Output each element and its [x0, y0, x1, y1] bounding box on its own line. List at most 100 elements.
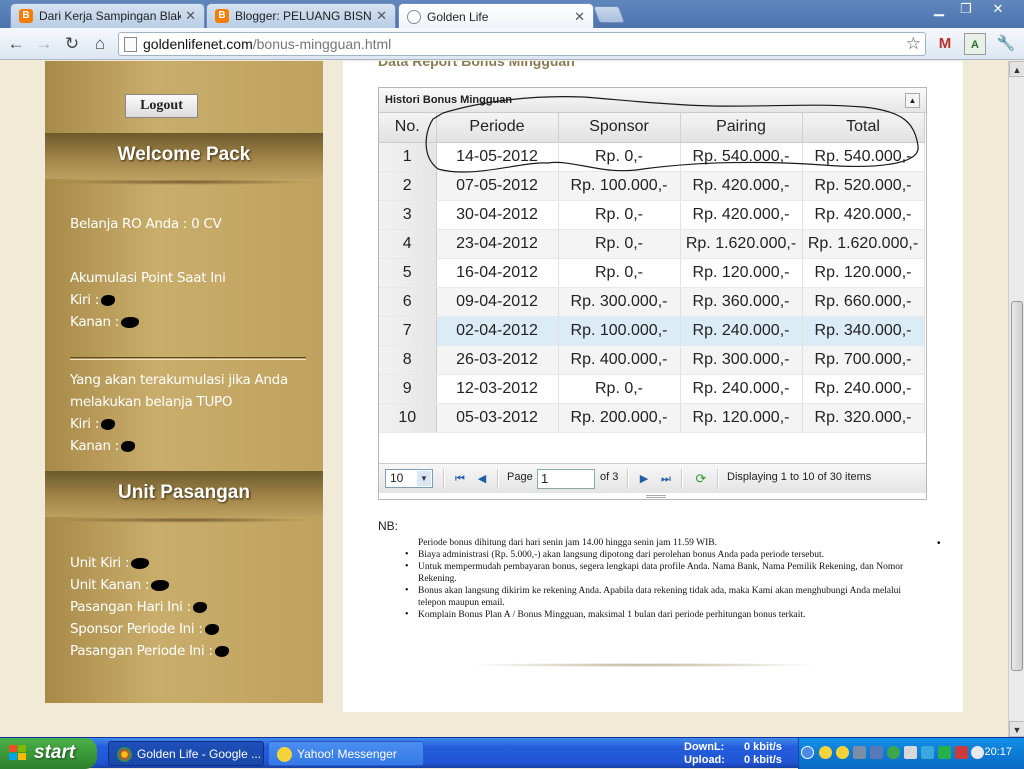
column-header-periode[interactable]: Periode	[436, 113, 559, 143]
sponsor-periode-row: Sponsor Periode Ini :	[70, 618, 229, 640]
unit-label: Unit Kiri :	[70, 555, 130, 571]
column-header-total[interactable]: Total	[802, 113, 925, 143]
gmail-icon[interactable]: M	[934, 33, 956, 55]
cell-total: Rp. 320.000,-	[802, 403, 925, 433]
cell-sponsor: Rp. 0,-	[558, 229, 681, 259]
scroll-thumb[interactable]	[1011, 301, 1023, 671]
page-size-select[interactable]: 10 ▼	[385, 469, 433, 488]
redacted-mark	[131, 557, 150, 569]
translate-icon[interactable]: A	[964, 33, 986, 55]
cell-sponsor: Rp. 0,-	[558, 258, 681, 288]
refresh-icon[interactable]: ⟳	[694, 472, 708, 486]
address-bar[interactable]: goldenlifenet.com/bonus-mingguan.html ☆	[118, 32, 926, 56]
display-icon[interactable]	[870, 746, 883, 759]
notes-list: Periode bonus dihitung dari hari senin j…	[405, 537, 905, 621]
table-row[interactable]: 10 05-03-2012 Rp. 200.000,- Rp. 120.000,- Rp…	[379, 403, 925, 433]
page-icon	[124, 37, 137, 52]
page-label: Page	[507, 471, 533, 483]
column-header-no[interactable]: No.	[379, 113, 437, 143]
shield-icon[interactable]	[887, 746, 900, 759]
close-icon[interactable]: ✕	[574, 9, 585, 25]
back-icon[interactable]: ←	[6, 34, 26, 54]
table-row[interactable]: 3 30-04-2012 Rp. 0,- Rp. 420.000,- Rp. 420.0…	[379, 200, 925, 230]
security-alert-icon[interactable]	[955, 746, 968, 759]
monitor-icon[interactable]	[853, 746, 866, 759]
task-golden-life[interactable]: Golden Life - Google ...	[108, 741, 264, 766]
smiley-icon[interactable]	[819, 746, 832, 759]
start-button[interactable]: start	[0, 738, 97, 769]
kiri-row: Kiri :	[70, 413, 288, 435]
tray-expand-icon[interactable]	[801, 746, 814, 759]
minimize-icon[interactable]: ▁	[928, 2, 950, 18]
unit-kanan-row: Unit Kanan :	[70, 574, 229, 596]
start-label: start	[34, 742, 76, 763]
redacted-mark	[121, 316, 140, 328]
table-row[interactable]: 9 12-03-2012 Rp. 0,- Rp. 240.000,- Rp. 240.0…	[379, 374, 925, 404]
table-row[interactable]: 5 16-04-2012 Rp. 0,- Rp. 120.000,- Rp. 120.0…	[379, 258, 925, 288]
page-number-input[interactable]: 1	[537, 469, 595, 489]
pager: 10 ▼ ⏮ ◀ Page 1 of 3 ▶ ⏭ ⟳ Displaying 1 …	[379, 463, 926, 493]
table-row[interactable]: 2 07-05-2012 Rp. 100.000,- Rp. 420.000,- Rp.…	[379, 171, 925, 201]
download-label: DownL:	[684, 741, 725, 753]
note-item: Bonus akan langsung dikirim ke rekening …	[405, 585, 905, 609]
cell-no: 4	[379, 229, 437, 259]
battery-icon[interactable]	[938, 746, 951, 759]
scroll-down-icon[interactable]: ▼	[1009, 721, 1024, 737]
table-header-row: No. Periode Sponsor Pairing Total	[379, 113, 925, 143]
next-page-icon[interactable]: ▶	[637, 472, 651, 486]
scroll-up-icon[interactable]: ▲	[1009, 61, 1024, 77]
new-tab-button[interactable]	[592, 6, 626, 23]
table-row[interactable]: 8 26-03-2012 Rp. 400.000,- Rp. 300.000,- Rp.…	[379, 345, 925, 375]
prev-page-icon[interactable]: ◀	[475, 472, 489, 486]
vertical-scrollbar[interactable]: ▲ ▼	[1008, 61, 1024, 737]
cell-no: 8	[379, 345, 437, 375]
kiri-label: Kiri :	[70, 292, 99, 308]
blogger-icon: B	[19, 9, 33, 23]
table-row[interactable]: 4 23-04-2012 Rp. 0,- Rp. 1.620.000,- Rp. 1.6…	[379, 229, 925, 259]
grid-title-text: Histori Bonus Mingguan	[385, 94, 513, 106]
collapse-icon[interactable]: ▲	[905, 93, 920, 108]
first-page-icon[interactable]: ⏮	[453, 472, 467, 486]
reload-icon[interactable]: ↻	[62, 34, 82, 54]
window-close-icon[interactable]: ✕	[986, 2, 1010, 18]
belanja-ro-text: Belanja RO Anda : 0 CV	[70, 216, 222, 232]
redacted-mark	[151, 579, 170, 591]
wrench-icon[interactable]: 🔧	[995, 33, 1017, 55]
home-icon[interactable]: ⌂	[90, 34, 110, 54]
restore-icon[interactable]: ❐	[955, 2, 977, 18]
messenger-tray-icon[interactable]	[836, 746, 849, 759]
redacted-mark	[100, 418, 115, 430]
unit-kiri-row: Unit Kiri :	[70, 552, 229, 574]
column-header-pairing[interactable]: Pairing	[680, 113, 803, 143]
tab-golden-life[interactable]: Golden Life ✕	[398, 3, 594, 29]
update-icon[interactable]	[971, 746, 984, 759]
pager-separator	[717, 469, 719, 489]
cell-periode: 12-03-2012	[436, 374, 559, 404]
cell-no: 7	[379, 316, 437, 346]
logout-button[interactable]: Logout	[125, 94, 198, 118]
speaker-icon[interactable]	[921, 746, 934, 759]
bookmark-star-icon[interactable]: ☆	[906, 33, 921, 55]
close-icon[interactable]: ✕	[185, 8, 196, 24]
tab-blakblak[interactable]: B Dari Kerja Sampingan BlakBlak ✕	[10, 3, 205, 28]
table-row[interactable]: 6 09-04-2012 Rp. 300.000,- Rp. 360.000,- Rp.…	[379, 287, 925, 317]
cell-total: Rp. 700.000,-	[802, 345, 925, 375]
task-yahoo-messenger[interactable]: Yahoo! Messenger	[268, 741, 424, 766]
column-header-sponsor[interactable]: Sponsor	[558, 113, 681, 143]
table-row[interactable]: 7 02-04-2012 Rp. 100.000,- Rp. 240.000,- Rp.…	[379, 316, 925, 346]
network-meter: DownL: 0 kbit/s Upload: 0 kbit/s	[684, 741, 782, 767]
cell-total: Rp. 540.000,-	[802, 142, 925, 172]
tab-blogger[interactable]: B Blogger: PELUANG BISNIS DAI ✕	[206, 3, 396, 28]
pasangan-hari-ini-row: Pasangan Hari Ini :	[70, 596, 229, 618]
grid-resize-handle[interactable]	[646, 495, 666, 498]
network-icon[interactable]	[904, 746, 917, 759]
sidebar: Logout Welcome Pack Belanja RO Anda : 0 …	[45, 61, 323, 703]
table-row[interactable]: 1 14-05-2012 Rp. 0,- Rp. 540.000,- Rp. 540.0…	[379, 142, 925, 172]
page-viewport: Logout Welcome Pack Belanja RO Anda : 0 …	[0, 61, 1008, 737]
last-page-icon[interactable]: ⏭	[659, 472, 673, 486]
cell-total: Rp. 420.000,-	[802, 200, 925, 230]
main-content: Data Report Bonus Mingguan Histori Bonus…	[343, 61, 963, 712]
sidebar-divider	[70, 357, 306, 360]
forward-icon[interactable]: →	[34, 34, 54, 54]
close-icon[interactable]: ✕	[376, 8, 387, 24]
